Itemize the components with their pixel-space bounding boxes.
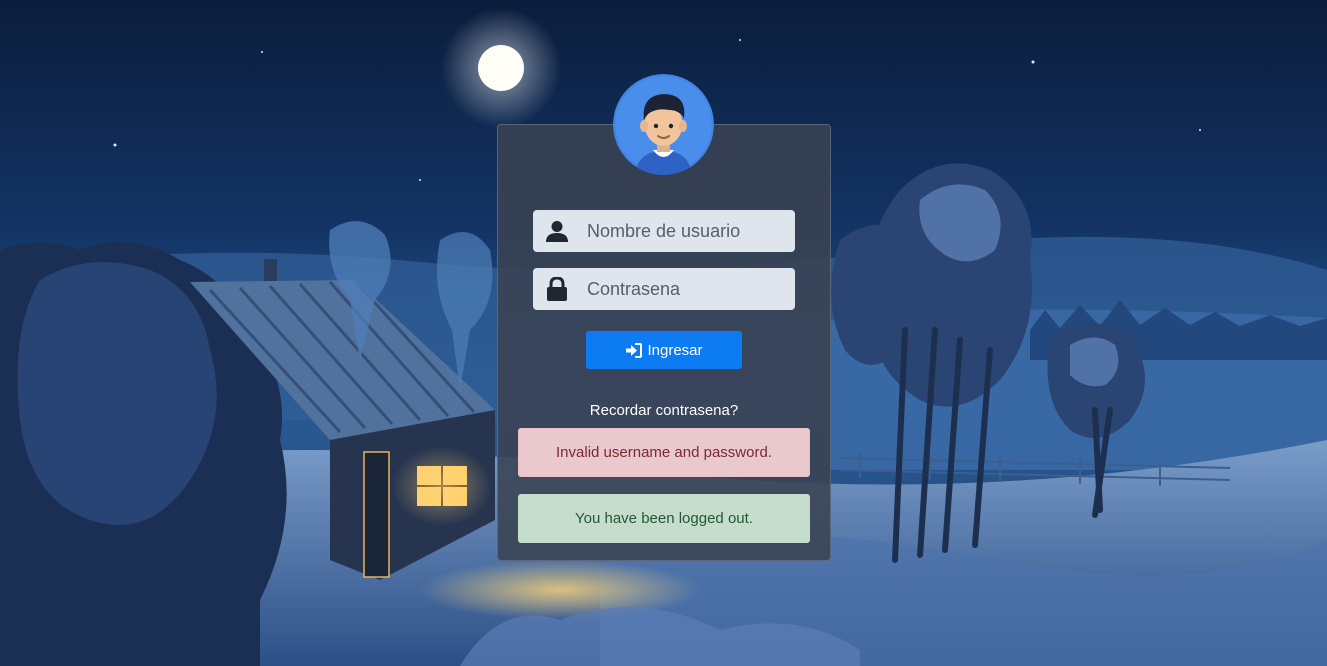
user-avatar-icon: [613, 74, 714, 175]
forgot-password-link[interactable]: Recordar contrasena?: [497, 402, 831, 419]
logout-alert-text: You have been logged out.: [575, 510, 753, 527]
sign-in-icon: [625, 342, 643, 358]
logout-alert: You have been logged out.: [518, 494, 810, 543]
password-field[interactable]: [533, 268, 795, 310]
login-button[interactable]: Ingresar: [586, 331, 742, 369]
username-input[interactable]: [581, 220, 787, 242]
password-input[interactable]: [581, 278, 787, 300]
username-field[interactable]: [533, 210, 795, 252]
login-button-label: Ingresar: [647, 341, 703, 359]
lock-icon: [533, 268, 581, 310]
error-alert-text: Invalid username and password.: [556, 444, 772, 461]
error-alert: Invalid username and password.: [518, 428, 810, 477]
user-icon: [533, 210, 581, 252]
